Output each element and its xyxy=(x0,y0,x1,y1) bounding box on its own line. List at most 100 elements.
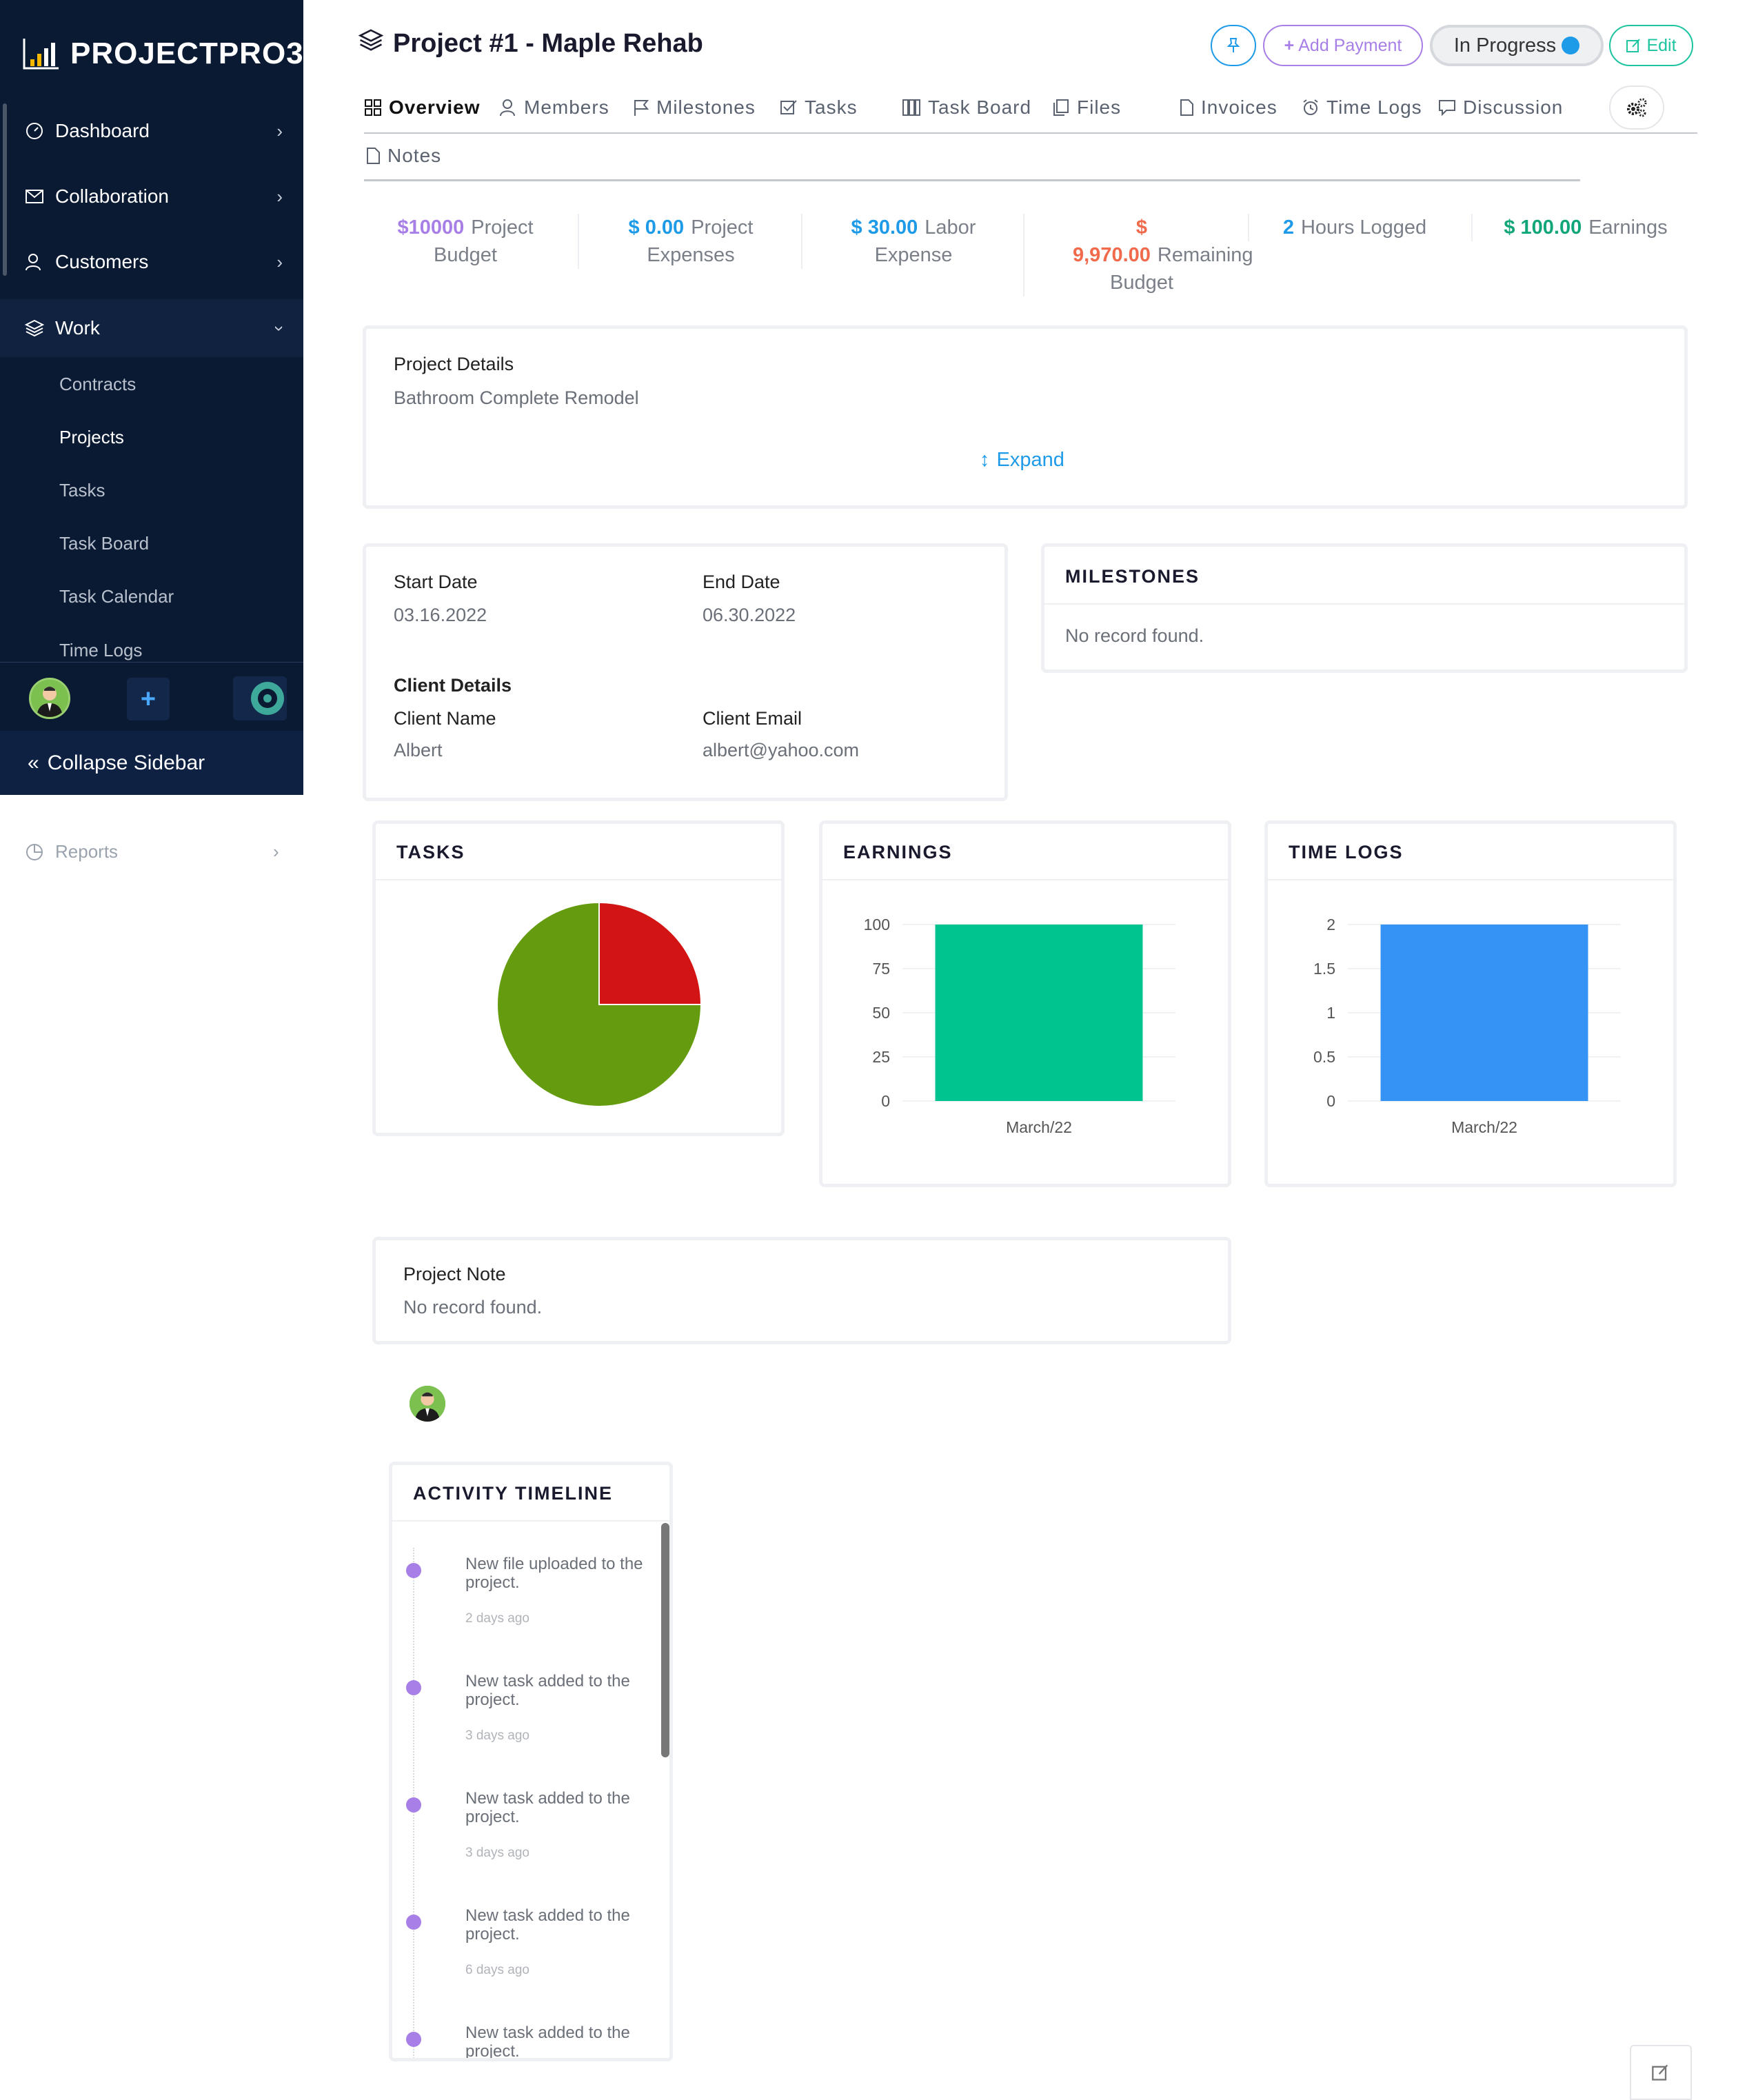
layers-icon xyxy=(358,28,384,59)
earnings-chart-card: EARNINGS 100 75 50 25 0 March/22 xyxy=(819,820,1231,1187)
y-tick-label: 75 xyxy=(872,960,890,978)
project-details-card: Project Details Bathroom Complete Remode… xyxy=(363,325,1688,509)
double-chevron-left-icon: « xyxy=(28,751,39,774)
timeline-dot-icon xyxy=(406,2032,421,2047)
tab-tasks[interactable]: Tasks xyxy=(780,97,858,119)
sidebar-footer: + xyxy=(0,662,303,731)
tab-milestones[interactable]: Milestones xyxy=(633,97,756,119)
tab-overview[interactable]: Overview xyxy=(364,97,481,119)
chart-title: TIME LOGS xyxy=(1289,842,1404,862)
stat-value: $ 30.00 xyxy=(851,216,918,239)
client-name-value: Albert xyxy=(394,740,443,760)
tab-invoices[interactable]: Invoices xyxy=(1179,97,1278,119)
sidebar-item-work[interactable]: Work › xyxy=(0,299,303,357)
y-tick-label: 2 xyxy=(1326,916,1335,933)
status-dropdown[interactable]: In Progress xyxy=(1430,25,1604,66)
tab-task-board[interactable]: Task Board xyxy=(902,97,1031,119)
user-avatar[interactable] xyxy=(29,678,70,719)
add-payment-button[interactable]: + Add Payment xyxy=(1263,25,1423,66)
pin-button[interactable] xyxy=(1211,25,1256,66)
tab-notes[interactable]: Notes xyxy=(365,145,441,167)
bar-chart-logo-icon xyxy=(23,39,59,70)
stat-label: Hours Logged xyxy=(1300,216,1427,239)
sidebar-subitem-task-board[interactable]: Task Board xyxy=(59,533,149,554)
timeline-text: New task added to the project. xyxy=(465,1906,630,1943)
start-date-value: 03.16.2022 xyxy=(394,605,487,625)
milestones-heading: MILESTONES xyxy=(1065,566,1200,587)
stat-hours-logged: 2 Hours Logged xyxy=(1262,214,1448,241)
edit-button[interactable]: Edit xyxy=(1609,25,1693,66)
tab-label: Members xyxy=(524,97,609,118)
sidebar-item-dashboard[interactable]: Dashboard › xyxy=(0,102,303,160)
expand-button[interactable]: ↕ Expand xyxy=(980,449,1064,472)
timeline-text: New task added to the project. xyxy=(465,2023,630,2061)
document-icon xyxy=(1179,99,1194,117)
sidebar-item-customers[interactable]: Customers › xyxy=(0,233,303,291)
sidebar-item-label: Collaboration xyxy=(55,185,169,207)
timeline-text: New file uploaded to the project. xyxy=(465,1555,643,1592)
activity-timeline-card: ACTIVITY TIMELINE New file uploaded to t… xyxy=(389,1462,673,2061)
y-tick-label: 0 xyxy=(1326,1092,1335,1110)
chart-title: EARNINGS xyxy=(843,842,953,862)
user-icon xyxy=(499,99,517,117)
sidebar-subitem-time-logs[interactable]: Time Logs xyxy=(59,640,142,661)
sidebar-subitem-contracts[interactable]: Contracts xyxy=(59,374,136,395)
pie-slice xyxy=(598,901,703,1005)
timeline-time: 6 days ago xyxy=(465,1963,529,1977)
client-email-label: Client Email xyxy=(703,708,802,729)
stat-divider xyxy=(801,214,802,269)
bar xyxy=(1380,925,1588,1101)
chevron-right-icon: › xyxy=(276,185,283,207)
end-date-value: 06.30.2022 xyxy=(703,605,796,625)
tasks-pie-chart xyxy=(496,901,703,1107)
alarm-clock-icon xyxy=(1302,99,1320,117)
chart-title: TASKS xyxy=(396,842,465,862)
tab-label: Milestones xyxy=(656,97,756,118)
notification-button[interactable] xyxy=(233,676,287,720)
stat-divider xyxy=(1023,214,1024,296)
sidebar-item-label: Reports xyxy=(55,841,119,862)
activity-timeline-heading: ACTIVITY TIMELINE xyxy=(413,1483,614,1504)
floating-edit-button[interactable] xyxy=(1630,2045,1692,2100)
brand-mark: ° xyxy=(339,41,345,57)
sidebar-item-label: Dashboard xyxy=(55,120,150,141)
tab-label: Notes xyxy=(387,145,442,166)
y-tick-label: 1 xyxy=(1326,1004,1335,1022)
sidebar-subitem-task-calendar[interactable]: Task Calendar xyxy=(59,586,174,607)
settings-button[interactable] xyxy=(1609,85,1664,130)
stat-label: Earnings xyxy=(1588,216,1668,239)
project-details-text: Bathroom Complete Remodel xyxy=(394,387,639,408)
milestones-empty: No record found. xyxy=(1065,625,1204,646)
sidebar-item-label: Work xyxy=(55,317,100,339)
tab-members[interactable]: Members xyxy=(499,97,609,119)
timeline-scrollbar[interactable] xyxy=(661,1523,669,1757)
page-title-text: Project #1 - Maple Rehab xyxy=(393,28,703,58)
tab-time-logs[interactable]: Time Logs xyxy=(1302,97,1422,119)
stat-remaining-budget: $ 9,970.00 Remaining Budget xyxy=(1073,214,1253,296)
user-avatar[interactable] xyxy=(410,1386,445,1422)
edit-icon xyxy=(1626,39,1641,52)
tab-files[interactable]: Files xyxy=(1052,97,1121,119)
sidebar-subitem-projects[interactable]: Projects xyxy=(59,427,124,448)
sidebar-subitem-tasks[interactable]: Tasks xyxy=(59,480,105,501)
y-tick-label: 1.5 xyxy=(1313,960,1335,978)
stat-divider xyxy=(578,214,579,269)
sidebar-item-collaboration[interactable]: Collaboration › xyxy=(0,168,303,225)
tasks-chart-card: TASKS xyxy=(372,820,785,1136)
flag-icon xyxy=(633,99,649,117)
collapse-sidebar-button[interactable]: « Collapse Sidebar xyxy=(0,731,303,795)
tab-label: Time Logs xyxy=(1326,97,1422,118)
stat-labor-expense: $ 30.00 Labor Expense xyxy=(819,214,1008,269)
project-note-card: Project Note No record found. xyxy=(372,1237,1231,1344)
columns-icon xyxy=(902,99,921,117)
expand-label: Expand xyxy=(996,449,1064,471)
status-label: In Progress xyxy=(1453,34,1557,57)
stat-divider xyxy=(1471,214,1473,241)
sidebar-item-reports[interactable]: Reports › xyxy=(25,841,279,862)
users-icon xyxy=(25,252,44,272)
y-tick-label: 0.5 xyxy=(1313,1048,1335,1066)
add-icon[interactable]: + xyxy=(127,678,170,720)
timeline-dot-icon xyxy=(406,1915,421,1930)
brand-logo[interactable]: PROJECTPRO360° xyxy=(22,33,345,74)
tab-discussion[interactable]: Discussion xyxy=(1438,97,1563,119)
